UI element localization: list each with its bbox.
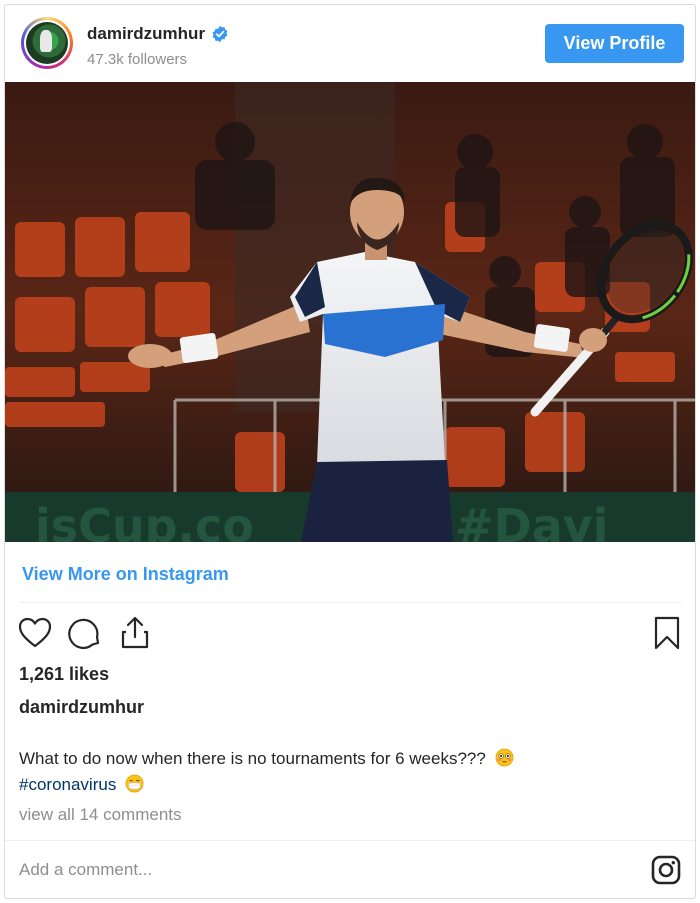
post-photo-image: isCup.co #Davi (5, 82, 695, 542)
verified-badge-icon (212, 25, 228, 43)
share-icon[interactable] (117, 615, 153, 651)
caption-text: What to do now when there is no tourname… (19, 749, 486, 768)
post-header: damirdzumhur 47.3k followers View Profil… (5, 5, 695, 83)
caption: What to do now when there is no tourname… (19, 746, 679, 798)
comment-icon[interactable] (67, 615, 103, 651)
avatar-image (26, 22, 68, 64)
svg-text:isCup.co: isCup.co (35, 499, 254, 542)
svg-text:#Davi: #Davi (455, 499, 609, 542)
avatar[interactable] (21, 17, 73, 69)
hashtag-link[interactable]: #coronavirus (19, 775, 116, 794)
instagram-logo-icon[interactable] (650, 854, 682, 886)
bookmark-icon[interactable] (649, 615, 685, 651)
flushed-face-emoji (495, 748, 513, 767)
heart-icon[interactable] (17, 615, 53, 651)
add-comment-input[interactable] (19, 853, 619, 887)
view-more-link[interactable]: View More on Instagram (22, 564, 229, 585)
view-all-comments-link[interactable]: view all 14 comments (19, 805, 182, 825)
caption-username[interactable]: damirdzumhur (19, 697, 144, 718)
post-photo[interactable]: isCup.co #Davi (5, 82, 695, 542)
username[interactable]: damirdzumhur (87, 24, 205, 44)
follower-count: 47.3k followers (87, 51, 188, 68)
divider (19, 602, 681, 603)
like-count[interactable]: 1,261 likes (19, 664, 109, 685)
view-profile-button[interactable]: View Profile (545, 24, 684, 63)
divider (5, 840, 695, 841)
mask-face-emoji (125, 774, 144, 793)
instagram-embed-card: damirdzumhur 47.3k followers View Profil… (4, 4, 696, 899)
